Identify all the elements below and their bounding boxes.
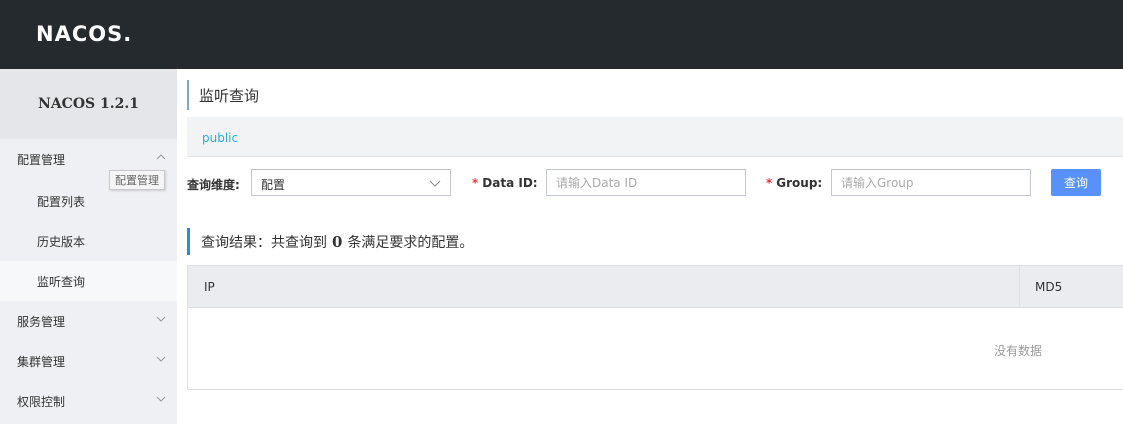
sidebar-item-listener-query[interactable]: 监听查询 (0, 261, 177, 301)
sidebar-item-history[interactable]: 历史版本 (0, 221, 177, 261)
results-table: IP MD5 没有数据 (187, 265, 1123, 390)
result-summary: 查询结果：共查询到 0 条满足要求的配置。 (187, 228, 473, 255)
chevron-down-icon (429, 177, 441, 189)
chevron-down-icon (155, 394, 167, 406)
dimension-label: 查询维度: (187, 178, 240, 192)
dataid-label: * Data ID: (472, 176, 538, 190)
chevron-up-icon (155, 152, 167, 164)
dataid-input[interactable] (546, 169, 746, 196)
tooltip: 配置管理 (109, 170, 165, 190)
required-asterisk: * (472, 176, 479, 190)
sidebar-item-label: 权限控制 (17, 394, 66, 409)
group-label: * Group: (766, 176, 822, 190)
required-asterisk: * (766, 176, 773, 190)
dataid-label-text: Data ID: (482, 176, 538, 190)
group-input[interactable] (831, 169, 1031, 196)
namespace-bar: public (187, 117, 1123, 157)
empty-state-text: 没有数据 (994, 344, 1043, 358)
group-label-text: Group: (776, 176, 823, 190)
page-title: 监听查询 (199, 86, 260, 105)
sidebar-item-label: 服务管理 (17, 314, 66, 329)
result-count: 0 (332, 232, 343, 251)
result-prefix: 查询结果：共查询到 (201, 234, 327, 251)
query-button[interactable]: 查询 (1051, 169, 1101, 196)
sidebar: NACOS 1.2.1 配置管理 配置列表 历史版本 监听查询 服务管理 集群管… (0, 69, 177, 424)
sidebar-item-label: 配置列表 (37, 194, 86, 209)
chevron-down-icon (155, 314, 167, 326)
result-suffix: 条满足要求的配置。 (347, 234, 474, 251)
table-header: IP MD5 (188, 266, 1123, 308)
version-label: NACOS 1.2.1 (0, 69, 177, 139)
chevron-down-icon (155, 354, 167, 366)
sidebar-item-label: 配置管理 (17, 152, 66, 167)
column-divider (1019, 266, 1020, 308)
sidebar-item-label: 集群管理 (17, 354, 66, 369)
page-title-block: 监听查询 (187, 80, 259, 110)
column-header-ip: IP (204, 280, 215, 294)
sidebar-item-service-management[interactable]: 服务管理 (0, 301, 177, 341)
column-header-md5: MD5 (1035, 280, 1063, 294)
sidebar-item-cluster-management[interactable]: 集群管理 (0, 341, 177, 381)
top-header: NACOS. (0, 0, 1123, 69)
nacos-logo[interactable]: NACOS. (36, 22, 132, 46)
sidebar-item-label: 监听查询 (37, 274, 86, 289)
dimension-select[interactable]: 配置 (251, 169, 451, 196)
dimension-select-value: 配置 (261, 178, 286, 192)
sidebar-item-label: 历史版本 (37, 234, 86, 249)
namespace-link-public[interactable]: public (202, 131, 238, 145)
sidebar-item-access-control[interactable]: 权限控制 (0, 381, 177, 421)
